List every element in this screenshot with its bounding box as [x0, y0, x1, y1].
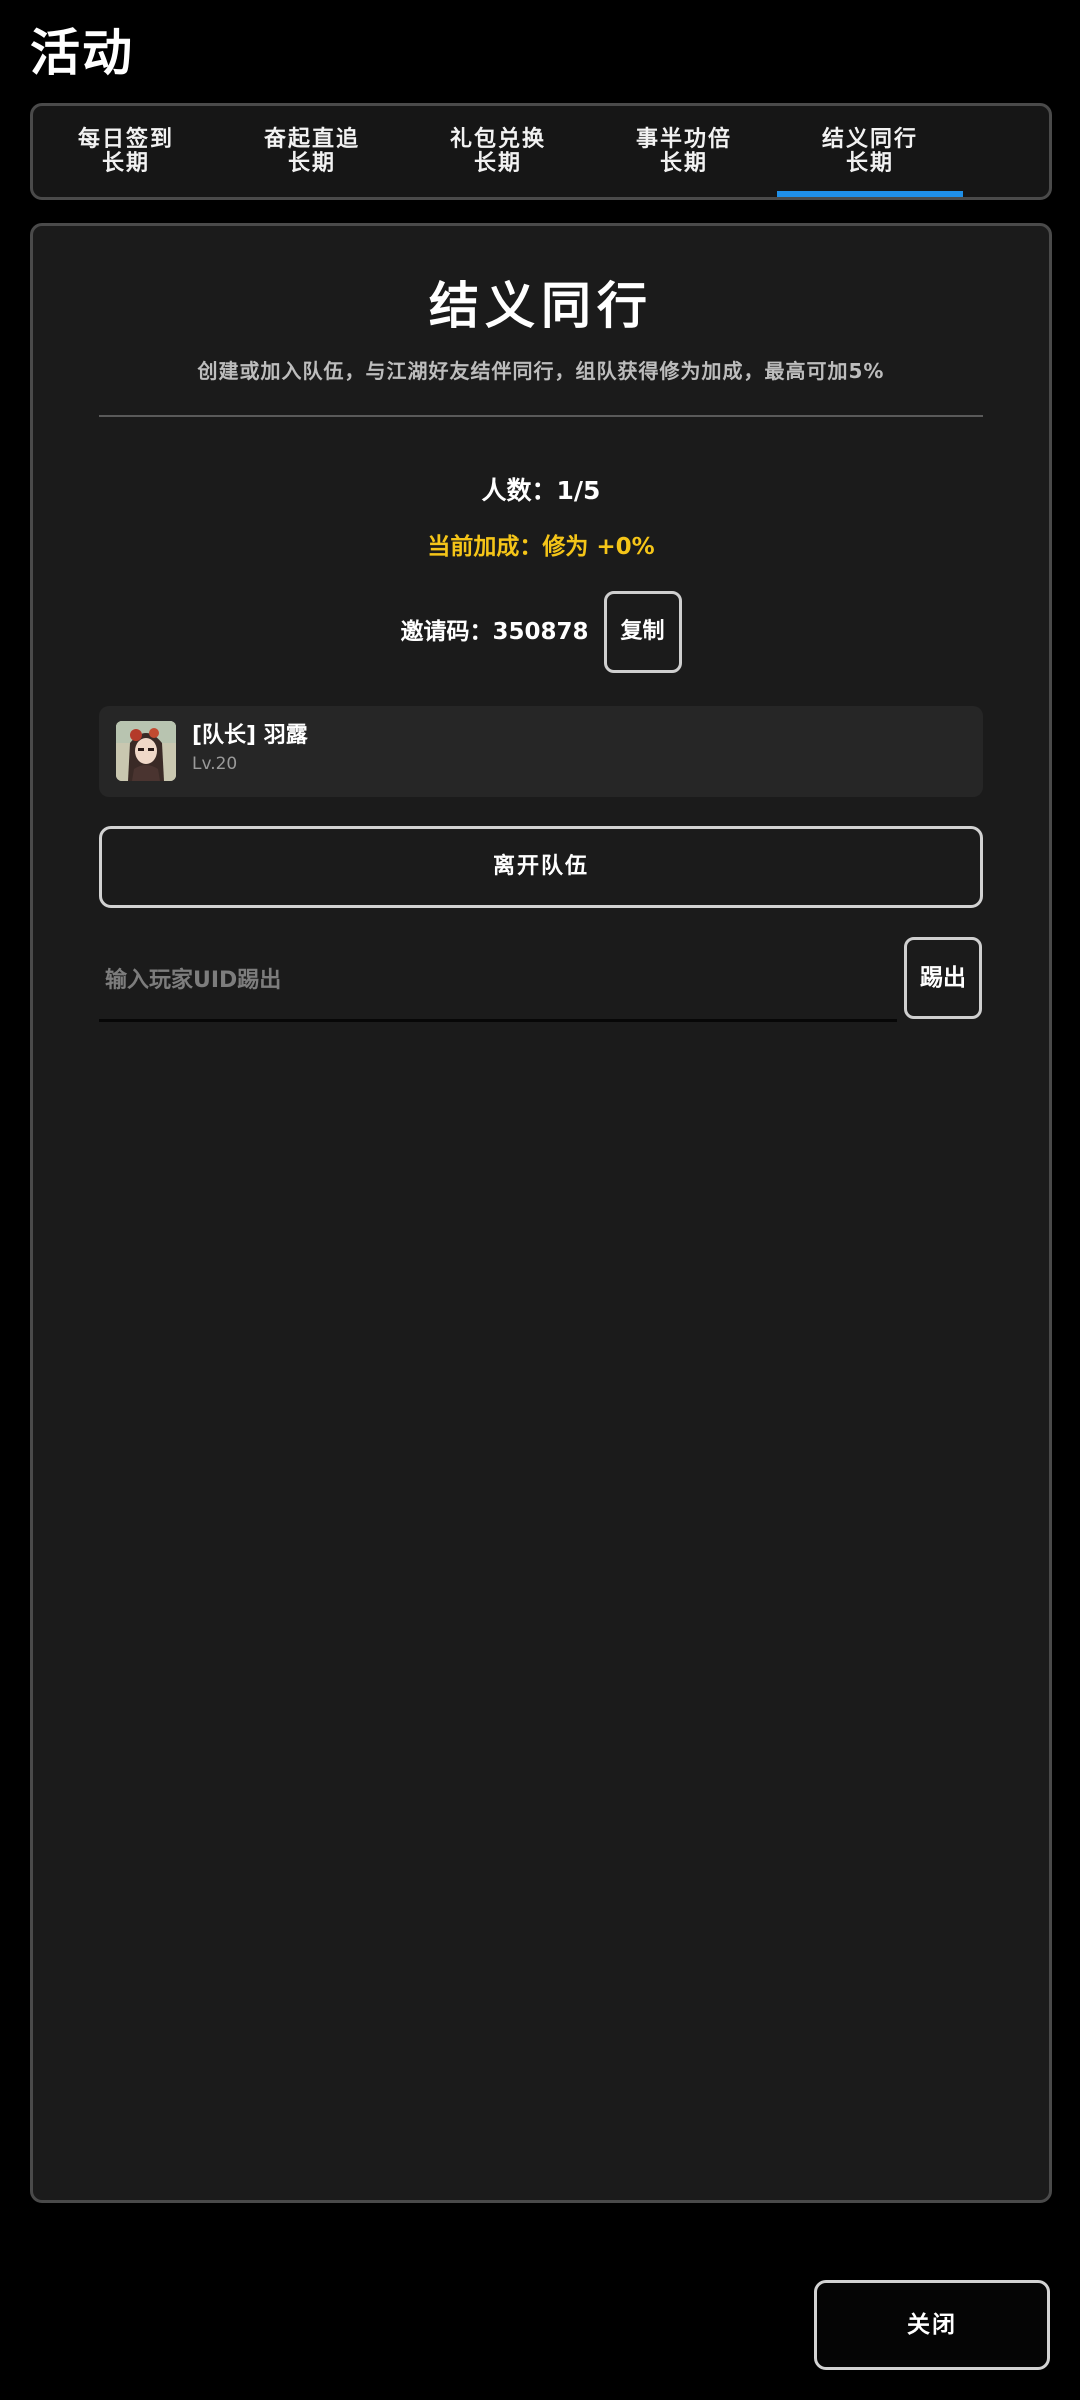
copy-button[interactable]: 复制	[603, 591, 682, 673]
tab-label: 每日签到	[77, 127, 174, 152]
close-button[interactable]: 关闭	[814, 2280, 1050, 2370]
tab-label: 奋起直追	[263, 127, 360, 152]
panel-description: 创建或加入队伍，与江湖好友结伴同行，组队获得修为加成，最高可加5%	[197, 359, 885, 383]
tab-sublabel: 长期	[101, 151, 150, 176]
tab-sublabel: 长期	[659, 151, 708, 176]
invite-code: 邀请码：350878	[400, 619, 589, 645]
member-name: [队长] 羽露	[192, 723, 308, 748]
tab-label: 礼包兑换	[449, 127, 546, 152]
tab-sublabel: 长期	[473, 151, 522, 176]
tab-sublabel: 长期	[845, 151, 894, 176]
active-tab-indicator	[777, 191, 963, 197]
activity-panel: 结义同行 创建或加入队伍，与江湖好友结伴同行，组队获得修为加成，最高可加5% 人…	[30, 223, 1052, 2203]
tab-bar: 每日签到 长期 奋起直追 长期 礼包兑换 长期 事半功倍 长期 结义同行 长期	[30, 103, 1052, 200]
tab-gift-redeem[interactable]: 礼包兑换 长期	[405, 106, 591, 197]
leave-team-button[interactable]: 离开队伍	[99, 826, 983, 908]
tab-sworn-companions[interactable]: 结义同行 长期	[777, 106, 963, 197]
avatar	[116, 721, 176, 781]
member-card: [队长] 羽露 Lv.20	[99, 706, 983, 797]
member-level: Lv.20	[192, 754, 238, 774]
tab-catch-up[interactable]: 奋起直追 长期	[219, 106, 405, 197]
tab-label: 事半功倍	[635, 127, 732, 152]
tab-label: 结义同行	[821, 127, 918, 152]
invite-row: 邀请码：350878 复制	[33, 591, 1049, 673]
tab-daily-checkin[interactable]: 每日签到 长期	[33, 106, 219, 197]
uid-kick-input[interactable]	[99, 941, 897, 1022]
current-bonus: 当前加成：修为 +0%	[427, 534, 655, 560]
divider	[99, 415, 983, 417]
tab-double-effect[interactable]: 事半功倍 长期	[591, 106, 777, 197]
kick-button[interactable]: 踢出	[904, 937, 982, 1019]
page-title: 活动	[30, 24, 134, 82]
panel-title: 结义同行	[429, 277, 653, 335]
tab-sublabel: 长期	[287, 151, 336, 176]
member-count: 人数：1/5	[481, 476, 601, 505]
